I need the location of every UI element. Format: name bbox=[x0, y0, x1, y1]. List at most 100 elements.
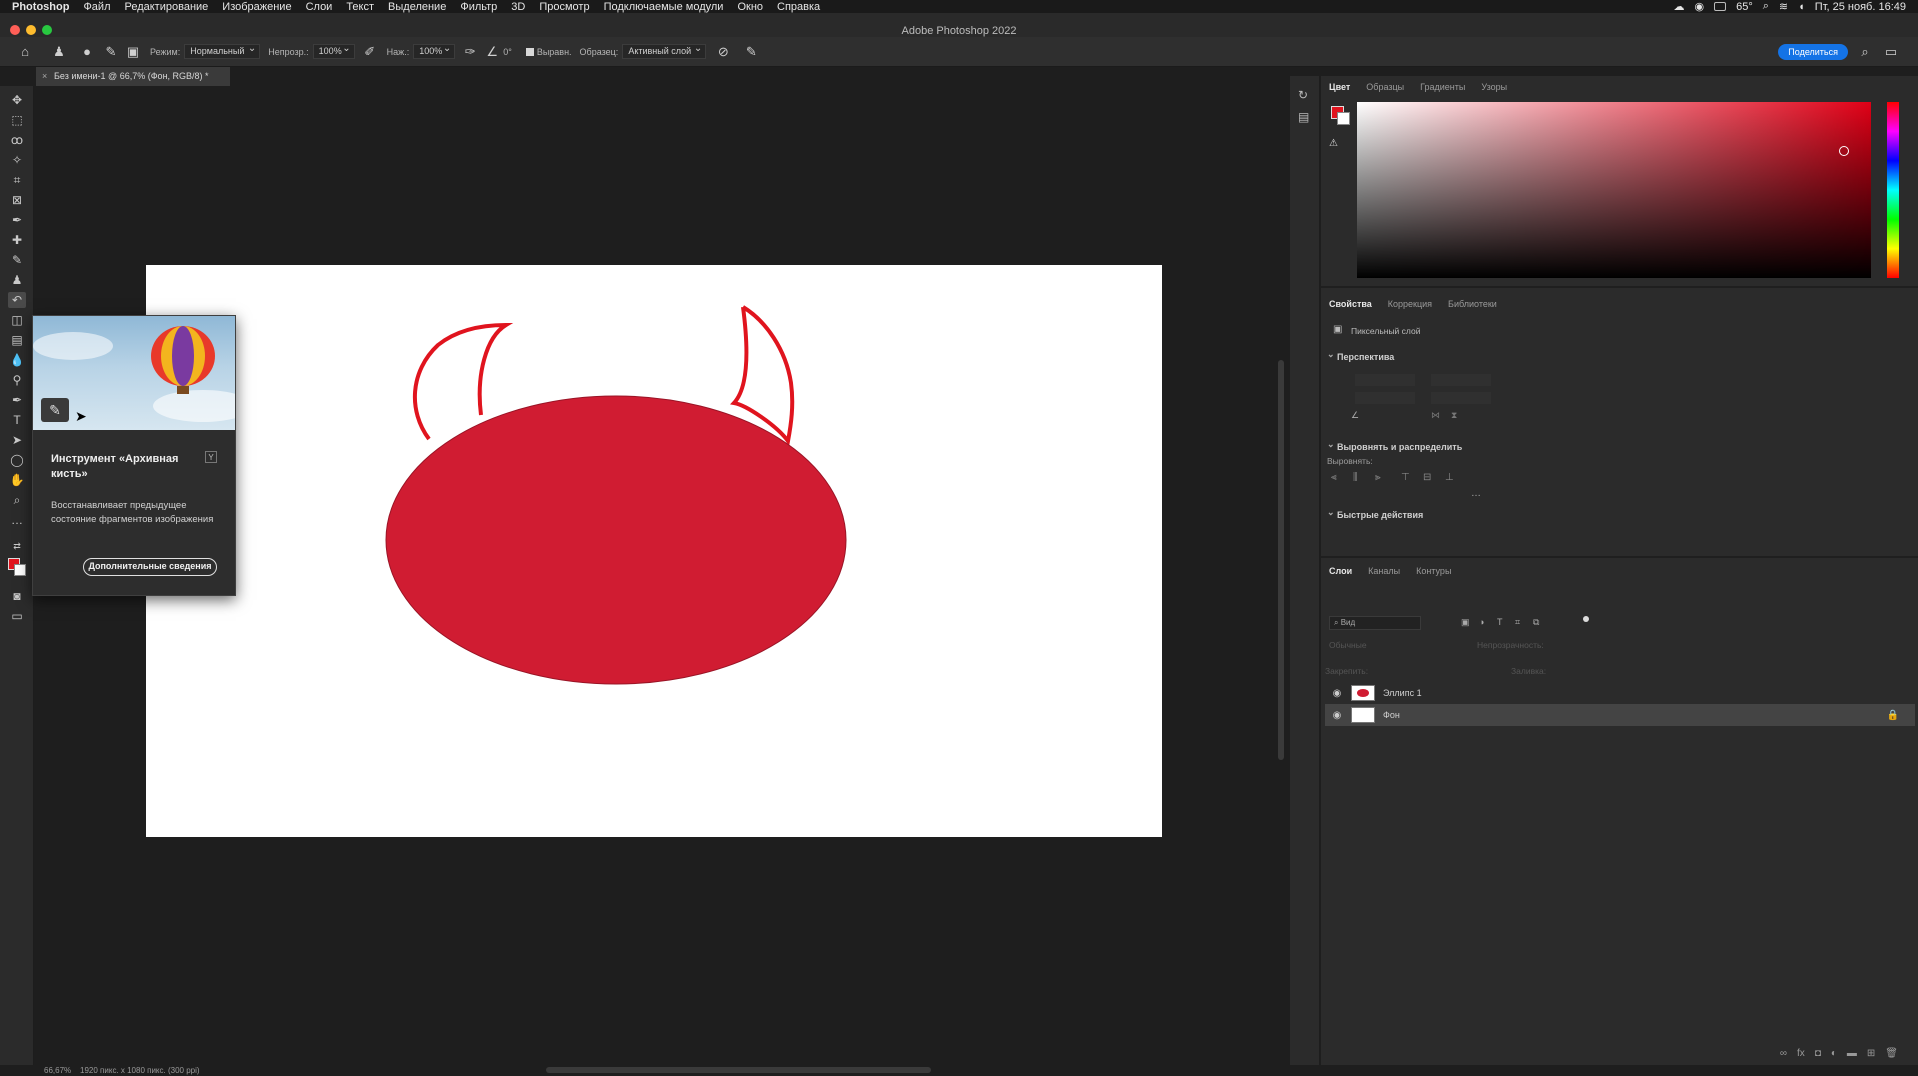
filter-shape-icon[interactable]: ⌗ bbox=[1515, 617, 1520, 628]
color-picker-cursor[interactable] bbox=[1839, 146, 1849, 156]
background-color-swatch[interactable] bbox=[14, 564, 26, 576]
brush-tool-icon[interactable]: ✎ bbox=[8, 252, 26, 268]
brush-settings-icon[interactable]: ✎ bbox=[102, 43, 120, 61]
quick-actions-section[interactable]: Быстрые действия bbox=[1327, 507, 1423, 520]
layer-name[interactable]: Эллипс 1 bbox=[1383, 688, 1422, 698]
filter-smart-icon[interactable]: ⧉ bbox=[1533, 617, 1539, 628]
visibility-eye-icon[interactable]: ◉ bbox=[1329, 710, 1345, 721]
new-layer-icon[interactable]: ⊞ bbox=[1867, 1048, 1875, 1059]
layer-filter-dropdown[interactable]: ⌕ Вид bbox=[1329, 616, 1421, 630]
wifi-icon[interactable]: ≋ bbox=[1779, 0, 1788, 13]
tab-paths[interactable]: Контуры bbox=[1416, 566, 1451, 576]
delete-layer-icon[interactable]: 🗑 bbox=[1885, 1048, 1898, 1059]
zoom-level[interactable]: 66,67% bbox=[44, 1066, 71, 1075]
pressure-size-icon[interactable]: ✎ bbox=[742, 43, 760, 61]
pressure-dropdown[interactable]: 100% bbox=[413, 43, 456, 59]
search-icon[interactable]: ⌕ bbox=[1856, 43, 1874, 61]
y-field[interactable] bbox=[1431, 392, 1491, 404]
sample-dropdown[interactable]: Активный слой bbox=[622, 43, 707, 59]
move-tool-icon[interactable]: ✥ bbox=[8, 92, 26, 108]
stamp-tool-preset-icon[interactable]: ♟ bbox=[50, 43, 68, 61]
menu-type[interactable]: Текст bbox=[346, 1, 374, 13]
history-panel-icon[interactable]: ↻ bbox=[1298, 88, 1308, 102]
height-field[interactable] bbox=[1431, 374, 1491, 386]
tab-channels[interactable]: Каналы bbox=[1368, 566, 1400, 576]
lasso-tool-icon[interactable]: ꝏ bbox=[8, 132, 26, 148]
rotate-icon[interactable]: ∠ bbox=[1351, 410, 1359, 421]
adjustment-layer-icon[interactable]: ◐ bbox=[1831, 1048, 1837, 1059]
ignore-adjustment-icon[interactable]: ⊘ bbox=[714, 43, 732, 61]
filter-toggle[interactable] bbox=[1583, 616, 1589, 622]
gradient-tool-icon[interactable]: ▤ bbox=[8, 332, 26, 348]
keyboard-icon[interactable] bbox=[1714, 2, 1727, 11]
horizontal-scrollbar[interactable] bbox=[546, 1067, 931, 1073]
filter-adjustment-icon[interactable]: ◑ bbox=[1479, 617, 1484, 627]
flip-vertical-icon[interactable]: ⧗ bbox=[1451, 410, 1457, 421]
hand-tool-icon[interactable]: ✋ bbox=[8, 472, 26, 488]
document-canvas[interactable] bbox=[146, 265, 1162, 837]
layer-name[interactable]: Фон bbox=[1383, 710, 1400, 720]
cloud-icon[interactable]: ☁ bbox=[1673, 0, 1684, 13]
eraser-tool-icon[interactable]: ◫ bbox=[8, 312, 26, 328]
menu-window[interactable]: Окно bbox=[737, 1, 763, 13]
tab-properties[interactable]: Свойства bbox=[1329, 299, 1372, 309]
filter-pixel-icon[interactable]: ▣ bbox=[1461, 617, 1470, 628]
close-tab-icon[interactable]: × bbox=[42, 67, 47, 86]
zoom-tool-icon[interactable]: ⌕ bbox=[8, 492, 26, 508]
add-mask-icon[interactable]: ◘ bbox=[1815, 1048, 1821, 1059]
lock-icon[interactable]: 🔒 bbox=[1887, 710, 1899, 721]
tab-swatches[interactable]: Образцы bbox=[1366, 82, 1404, 92]
link-layers-icon[interactable]: ∞ bbox=[1780, 1048, 1787, 1059]
screen-mode-icon[interactable]: ▭ bbox=[8, 608, 26, 624]
learn-more-button[interactable]: Дополнительные сведения bbox=[83, 558, 217, 576]
eye-status-icon[interactable]: ◉ bbox=[1694, 0, 1704, 13]
group-icon[interactable]: ▬ bbox=[1847, 1048, 1857, 1059]
healing-brush-tool-icon[interactable]: ✚ bbox=[8, 232, 26, 248]
align-right-icon[interactable]: ⫸ bbox=[1375, 472, 1381, 483]
x-field[interactable] bbox=[1355, 392, 1415, 404]
tab-layers[interactable]: Слои bbox=[1329, 566, 1352, 576]
airbrush-icon[interactable]: ✑ bbox=[461, 43, 479, 61]
quick-mask-icon[interactable]: ◙ bbox=[8, 588, 26, 604]
tab-gradients[interactable]: Градиенты bbox=[1420, 82, 1465, 92]
layer-row-background[interactable]: ◉ Фон 🔒 bbox=[1325, 704, 1915, 726]
width-field[interactable] bbox=[1355, 374, 1415, 386]
color-picker-field[interactable] bbox=[1357, 102, 1871, 278]
opacity-dropdown[interactable]: 100% bbox=[312, 43, 355, 59]
swap-colors-icon[interactable]: ⇄ bbox=[8, 538, 26, 554]
clone-stamp-tool-icon[interactable]: ♟ bbox=[8, 272, 26, 288]
align-left-icon[interactable]: ⫷ bbox=[1331, 472, 1337, 483]
blur-tool-icon[interactable]: 💧 bbox=[8, 352, 26, 368]
menu-plugins[interactable]: Подключаемые модули bbox=[604, 1, 724, 13]
history-brush-tool-icon[interactable]: ↶ bbox=[8, 292, 26, 308]
flip-horizontal-icon[interactable]: ⋈ bbox=[1431, 410, 1440, 421]
brush-preset-icon[interactable]: ● bbox=[78, 43, 96, 61]
tab-color[interactable]: Цвет bbox=[1329, 82, 1350, 92]
menu-filter[interactable]: Фильтр bbox=[460, 1, 497, 13]
eyedropper-tool-icon[interactable]: ✒ bbox=[8, 212, 26, 228]
blend-mode-dropdown[interactable]: Обычные bbox=[1329, 640, 1367, 650]
clone-source-icon[interactable]: ▣ bbox=[124, 43, 142, 61]
ellipse-tool-icon[interactable]: ◯ bbox=[8, 452, 26, 468]
document-tab[interactable]: × Без имени-1 @ 66,7% (Фон, RGB/8) * bbox=[36, 67, 230, 86]
document-info[interactable]: 1920 пикс. x 1080 пикс. (300 ppi) bbox=[80, 1066, 200, 1075]
share-button[interactable]: Поделиться bbox=[1778, 44, 1848, 60]
comments-panel-icon[interactable]: ▤ bbox=[1298, 110, 1309, 124]
align-middle-icon[interactable]: ⊟ bbox=[1423, 472, 1431, 483]
workspace-icon[interactable]: ▭ bbox=[1882, 43, 1900, 61]
crop-tool-icon[interactable]: ⌗ bbox=[8, 172, 26, 188]
aligned-checkbox[interactable] bbox=[525, 47, 534, 56]
more-align-icon[interactable]: … bbox=[1471, 488, 1481, 499]
filter-type-icon[interactable]: T bbox=[1497, 617, 1503, 627]
volume-icon[interactable]: ◖ bbox=[1798, 1, 1805, 13]
menu-image[interactable]: Изображение bbox=[222, 1, 291, 13]
pen-tool-icon[interactable]: ✒ bbox=[8, 392, 26, 408]
menu-help[interactable]: Справка bbox=[777, 1, 820, 13]
layer-row-ellipse[interactable]: ◉ Эллипс 1 bbox=[1325, 682, 1915, 704]
visibility-eye-icon[interactable]: ◉ bbox=[1329, 688, 1345, 699]
menu-3d[interactable]: 3D bbox=[511, 1, 525, 13]
fx-icon[interactable]: fx bbox=[1797, 1048, 1805, 1059]
vertical-scrollbar[interactable] bbox=[1278, 360, 1284, 760]
path-select-tool-icon[interactable]: ➤ bbox=[8, 432, 26, 448]
menu-file[interactable]: Файл bbox=[83, 1, 110, 13]
